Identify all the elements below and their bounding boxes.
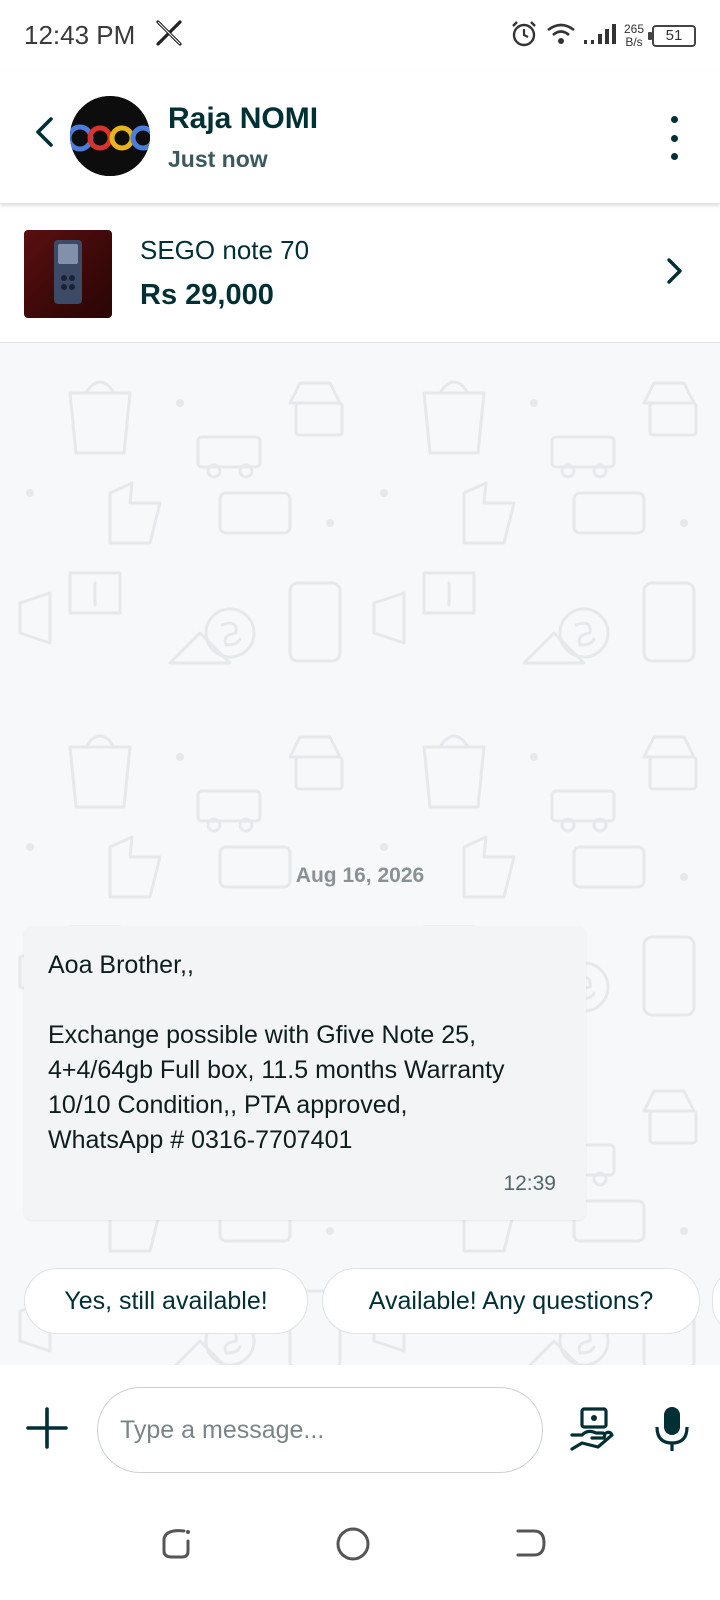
quick-reply-chip-partial[interactable] [712, 1268, 720, 1334]
product-price: Rs 29,000 [140, 279, 274, 311]
wifi-icon [546, 22, 576, 51]
make-offer-button[interactable] [568, 1405, 616, 1453]
alarm-icon [510, 20, 538, 53]
quick-replies: Yes, still available! Available! Any que… [0, 1268, 720, 1338]
composer [0, 1365, 720, 1485]
quick-reply-chip[interactable]: Yes, still available! [24, 1268, 308, 1334]
system-nav-bar [0, 1485, 720, 1600]
contact-name: Raja NOMI [168, 102, 319, 135]
message-time: 12:39 [503, 1172, 556, 1195]
home-button[interactable] [334, 1525, 374, 1565]
status-icons: 265 B/s 51 [510, 18, 696, 54]
back-nav-button[interactable] [512, 1525, 552, 1565]
product-title: SEGO note 70 [140, 235, 310, 265]
recent-apps-button[interactable] [158, 1525, 198, 1565]
offer-hand-icon [570, 1407, 614, 1451]
message-bubble[interactable]: Aoa Brother,, Exchange possible with Gfi… [24, 926, 586, 1220]
more-vert-icon-dot [670, 116, 678, 123]
more-options-button[interactable] [662, 116, 686, 160]
message-text: Aoa Brother,, Exchange possible with Gfi… [48, 951, 505, 1154]
message-input[interactable] [97, 1387, 543, 1473]
network-speed-value: 265 [623, 22, 644, 36]
x-logo-icon [156, 20, 182, 53]
product-thumbnail [24, 230, 112, 318]
back-button[interactable] [24, 112, 64, 152]
status-time: 12:43 PM [24, 20, 136, 50]
network-speed-unit: B/s [625, 35, 643, 49]
more-vert-icon-dot [670, 153, 678, 160]
battery-icon: 51 [648, 25, 696, 47]
attach-button[interactable] [26, 1407, 68, 1449]
chevron-right-icon[interactable] [666, 257, 684, 290]
chat-header: Raja NOMI Just now [0, 72, 720, 204]
voice-message-button[interactable] [654, 1405, 690, 1453]
contact-last-seen: Just now [168, 146, 268, 172]
product-summary[interactable]: SEGO note 70 Rs 29,000 [0, 205, 720, 343]
avatar[interactable] [70, 96, 150, 176]
quick-reply-chip[interactable]: Available! Any questions? [322, 1268, 700, 1334]
home-circle-icon [336, 1527, 370, 1561]
back-arrow-icon [36, 117, 53, 147]
plus-icon [26, 1407, 68, 1449]
network-speed: 265 B/s [624, 23, 644, 49]
signal-icon [583, 22, 616, 51]
microphone-icon [655, 1407, 689, 1451]
back-nav-icon [516, 1529, 546, 1557]
chat-area[interactable]: Aug 16, 2026 Aoa Brother,, Exchange poss… [0, 343, 720, 1365]
more-vert-icon-dot [670, 134, 678, 142]
battery-level: 51 [665, 27, 683, 44]
status-bar: 12:43 PM 265 B/s 51 [0, 0, 720, 72]
recent-apps-icon [162, 1529, 190, 1559]
date-separator: Aug 16, 2026 [295, 864, 425, 887]
